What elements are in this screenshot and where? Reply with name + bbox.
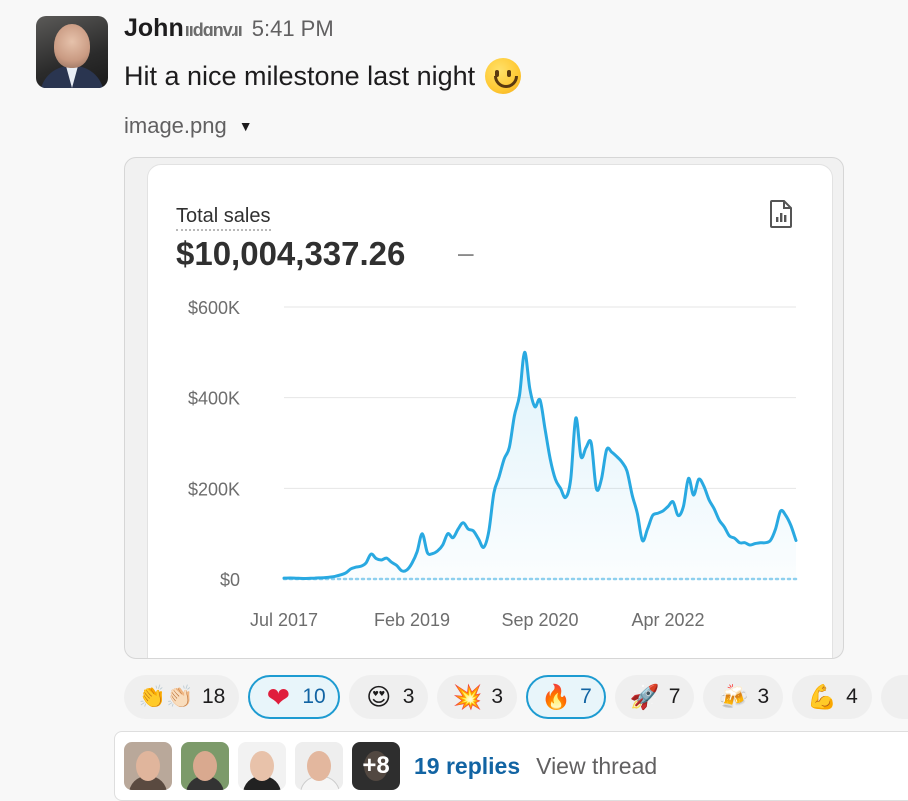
thread-bar[interactable]: +8 19 replies View thread xyxy=(114,731,908,801)
reaction-count: 10 xyxy=(302,685,326,708)
message-body: Hit a nice milestone last night xyxy=(124,58,522,94)
x-tick-label: Jul 2017 xyxy=(250,610,318,630)
more-repliers-count: +8 xyxy=(362,752,390,779)
reply-avatar[interactable] xyxy=(124,742,172,790)
y-tick-label: $0 xyxy=(220,570,240,590)
boom-icon: 💥 xyxy=(452,683,483,711)
clap-icon: 👏👏🏻 xyxy=(138,684,194,709)
x-tick-label: Sep 2020 xyxy=(501,610,578,630)
muscle-icon: 💪 xyxy=(807,683,838,711)
reaction-count: 7 xyxy=(668,685,681,708)
author-name-obscured[interactable]: ııdɑnvɹı xyxy=(185,20,243,41)
image-attachment[interactable]: Total sales $10,004,337.26 – $0 $200K $400… xyxy=(124,157,844,659)
reaction-count: 3 xyxy=(757,685,770,708)
message-text: Hit a nice milestone last night xyxy=(124,60,476,91)
reaction-heart[interactable]: ❤ 10 xyxy=(248,675,340,719)
reaction-muscle[interactable]: 💪 4 xyxy=(792,675,872,719)
attachment-caret-icon[interactable]: ▼ xyxy=(239,118,253,134)
rocket-icon: 🚀 xyxy=(629,683,660,711)
reactions-bar: 👏👏🏻 18 ❤ 10 😍 3 💥 3 🔥 7 🚀 7 🍻 3 💪 4 xyxy=(124,675,908,721)
attachment-header[interactable]: image.png ▼ xyxy=(124,113,253,139)
sales-chart: $0 $200K $400K $600K Jul 2017 Feb 2019 Sep 202… xyxy=(188,298,798,630)
reaction-fire[interactable]: 🔥 7 xyxy=(526,675,606,719)
reaction-rocket[interactable]: 🚀 7 xyxy=(614,675,695,719)
reply-avatar[interactable] xyxy=(181,742,229,790)
message-timestamp[interactable]: 5:41 PM xyxy=(252,16,334,42)
x-tick-label: Apr 2022 xyxy=(631,610,704,630)
reaction-count: 3 xyxy=(491,685,504,708)
replies-link[interactable]: 19 replies xyxy=(414,753,520,780)
view-thread-link[interactable]: View thread xyxy=(536,753,657,780)
series-area xyxy=(284,352,796,579)
reply-avatar[interactable] xyxy=(295,742,343,790)
reaction-beers[interactable]: 🍻 3 xyxy=(703,675,784,719)
author-name[interactable]: John xyxy=(124,14,184,43)
attachment-filename[interactable]: image.png xyxy=(124,113,227,139)
reaction-count: 3 xyxy=(402,685,415,708)
message-header: John ııdɑnvɹı 5:41 PM xyxy=(124,14,334,50)
slightly-smiling-face-icon xyxy=(485,58,522,94)
reaction-count: 7 xyxy=(580,685,592,708)
fire-icon: 🔥 xyxy=(541,683,572,711)
heart-eyes-icon: 😍 xyxy=(366,683,392,711)
y-tick-label: $600K xyxy=(188,298,240,318)
reaction-clap[interactable]: 👏👏🏻 18 xyxy=(124,675,240,719)
reaction-count: 18 xyxy=(202,685,226,708)
x-tick-label: Feb 2019 xyxy=(374,610,450,630)
reaction-heart-eyes[interactable]: 😍 3 xyxy=(348,675,429,719)
beers-icon: 🍻 xyxy=(718,683,749,711)
y-tick-label: $200K xyxy=(188,479,240,499)
reply-avatar[interactable] xyxy=(238,742,286,790)
y-tick-label: $400K xyxy=(188,389,240,409)
reaction-count: 4 xyxy=(846,685,858,708)
more-repliers-avatar[interactable]: +8 xyxy=(352,742,400,790)
sales-card: Total sales $10,004,337.26 – $0 $200K $400… xyxy=(147,164,833,658)
author-avatar[interactable] xyxy=(36,16,108,88)
avatar-face xyxy=(54,24,90,68)
add-reaction-button[interactable] xyxy=(880,675,908,719)
heart-icon: ❤ xyxy=(266,681,291,713)
reaction-boom[interactable]: 💥 3 xyxy=(437,675,518,719)
